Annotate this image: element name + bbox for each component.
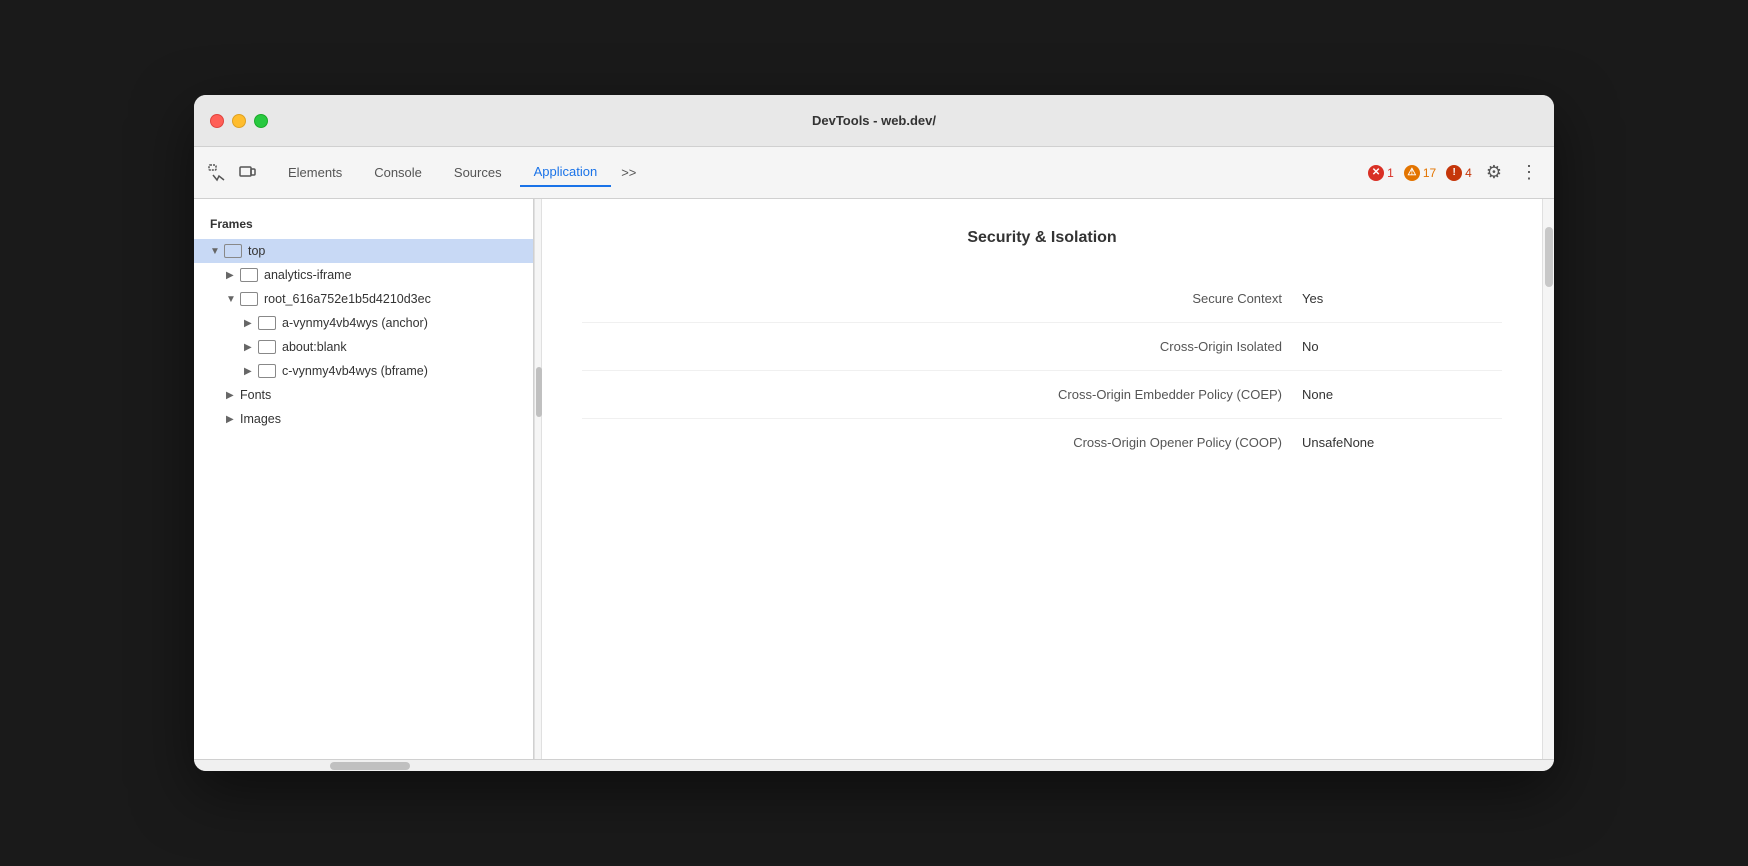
sidebar: Frames ▼ top ▶ analytics-iframe ▼ root_6… (194, 199, 534, 759)
content-panel: Security & Isolation Secure Context Yes … (542, 199, 1542, 759)
tab-application[interactable]: Application (520, 158, 612, 187)
security-row-cross-origin-isolated: Cross-Origin Isolated No (582, 323, 1502, 371)
frame-icon (258, 340, 276, 354)
toolbar-right: ✕ 1 ⚠ 17 ! 4 ⚙ ⋮ (1368, 158, 1542, 187)
sidebar-item-a-anchor[interactable]: ▶ a-vynmy4vb4wys (anchor) (194, 311, 533, 335)
security-value: UnsafeNone (1302, 435, 1502, 450)
sidebar-scrollbar[interactable] (534, 199, 542, 759)
arrow-right-icon: ▶ (226, 414, 240, 425)
security-value: None (1302, 387, 1502, 402)
security-value: Yes (1302, 291, 1502, 306)
security-row-coop: Cross-Origin Opener Policy (COOP) Unsafe… (582, 419, 1502, 466)
warning-icon: ⚠ (1404, 165, 1420, 181)
devtools-window: DevTools - web.dev/ Elements Console Sou… (194, 95, 1554, 771)
arrow-right-icon: ▶ (226, 390, 240, 401)
more-options-icon[interactable]: ⋮ (1516, 158, 1542, 187)
info-count[interactable]: ! 4 (1446, 165, 1472, 181)
scrollbar-thumb (536, 367, 542, 417)
info-number: 4 (1465, 166, 1472, 180)
inspector-icon[interactable] (206, 162, 228, 184)
section-heading: Security & Isolation (582, 229, 1502, 247)
minimize-button[interactable] (232, 114, 246, 128)
warning-number: 17 (1423, 166, 1436, 180)
frames-section-title: Frames (194, 211, 533, 239)
arrow-down-icon: ▼ (226, 294, 240, 305)
frame-icon (240, 268, 258, 282)
security-value: No (1302, 339, 1502, 354)
security-label: Cross-Origin Isolated (582, 339, 1302, 354)
security-row-coep: Cross-Origin Embedder Policy (COEP) None (582, 371, 1502, 419)
sidebar-item-label: top (248, 244, 265, 258)
more-tabs-button[interactable]: >> (615, 161, 642, 184)
error-count[interactable]: ✕ 1 (1368, 165, 1394, 181)
frame-icon (258, 316, 276, 330)
maximize-button[interactable] (254, 114, 268, 128)
security-label: Cross-Origin Opener Policy (COOP) (582, 435, 1302, 450)
sidebar-item-label: root_616a752e1b5d4210d3ec (264, 292, 431, 306)
main-content: Frames ▼ top ▶ analytics-iframe ▼ root_6… (194, 199, 1554, 759)
scroll-track (194, 762, 1554, 770)
security-table: Secure Context Yes Cross-Origin Isolated… (582, 275, 1502, 466)
frame-icon (240, 292, 258, 306)
content-scrollbar[interactable] (1542, 199, 1554, 759)
arrow-right-icon: ▶ (226, 270, 240, 281)
sidebar-item-top[interactable]: ▼ top (194, 239, 533, 263)
error-icon: ✕ (1368, 165, 1384, 181)
sidebar-item-label: a-vynmy4vb4wys (anchor) (282, 316, 428, 330)
tab-elements[interactable]: Elements (274, 159, 356, 186)
arrow-right-icon: ▶ (244, 318, 258, 329)
window-title: DevTools - web.dev/ (812, 113, 936, 128)
settings-icon[interactable]: ⚙ (1482, 158, 1506, 187)
security-label: Secure Context (582, 291, 1302, 306)
toolbar-icons (206, 162, 258, 184)
toolbar: Elements Console Sources Application >> … (194, 147, 1554, 199)
frame-icon (258, 364, 276, 378)
titlebar: DevTools - web.dev/ (194, 95, 1554, 147)
sidebar-item-label: about:blank (282, 340, 347, 354)
sidebar-item-about-blank[interactable]: ▶ about:blank (194, 335, 533, 359)
tab-console[interactable]: Console (360, 159, 436, 186)
sidebar-item-c-bframe[interactable]: ▶ c-vynmy4vb4wys (bframe) (194, 359, 533, 383)
sidebar-item-analytics-iframe[interactable]: ▶ analytics-iframe (194, 263, 533, 287)
device-icon[interactable] (236, 162, 258, 184)
sidebar-item-root[interactable]: ▼ root_616a752e1b5d4210d3ec (194, 287, 533, 311)
sidebar-item-label: Images (240, 412, 281, 426)
tab-sources[interactable]: Sources (440, 159, 516, 186)
arrow-down-icon: ▼ (210, 246, 224, 257)
warning-count[interactable]: ⚠ 17 (1404, 165, 1436, 181)
scrollbar-thumb (1545, 227, 1553, 287)
sidebar-item-label: c-vynmy4vb4wys (bframe) (282, 364, 428, 378)
security-row-secure-context: Secure Context Yes (582, 275, 1502, 323)
sidebar-item-label: Fonts (240, 388, 271, 402)
scroll-thumb-horizontal[interactable] (330, 762, 410, 770)
frame-icon (224, 244, 242, 258)
bottom-scrollbar[interactable] (194, 759, 1554, 771)
traffic-lights (210, 114, 268, 128)
arrow-right-icon: ▶ (244, 342, 258, 353)
arrow-right-icon: ▶ (244, 366, 258, 377)
security-label: Cross-Origin Embedder Policy (COEP) (582, 387, 1302, 402)
sidebar-item-images[interactable]: ▶ Images (194, 407, 533, 431)
info-icon: ! (1446, 165, 1462, 181)
sidebar-item-fonts[interactable]: ▶ Fonts (194, 383, 533, 407)
error-number: 1 (1387, 166, 1394, 180)
close-button[interactable] (210, 114, 224, 128)
sidebar-item-label: analytics-iframe (264, 268, 352, 282)
